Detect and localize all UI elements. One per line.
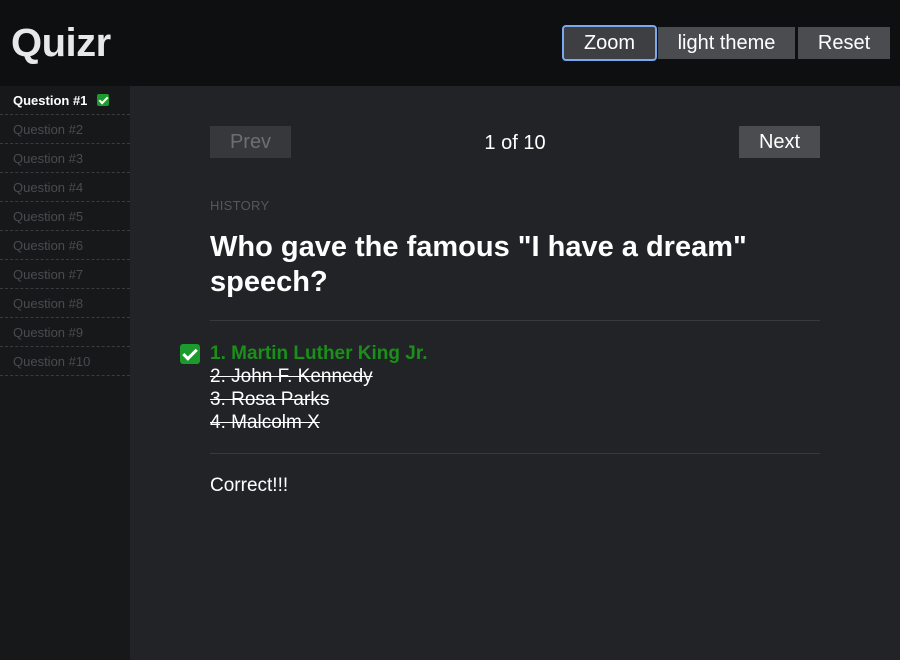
app-header: Quizr Zoom light theme Reset: [0, 0, 900, 86]
divider: [210, 320, 820, 321]
question-panel: Prev 1 of 10 Next HISTORY Who gave the f…: [130, 86, 900, 660]
question-text: Who gave the famous "I have a dream" spe…: [210, 231, 747, 298]
sidebar-item-label: Question #1: [13, 92, 88, 108]
prev-button[interactable]: Prev: [210, 126, 291, 158]
question-counter: 1 of 10: [484, 132, 546, 154]
divider: [210, 453, 820, 454]
answer-option[interactable]: 2. John F. Kennedy: [210, 365, 427, 388]
sidebar-item-label: Question #3: [13, 150, 84, 166]
sidebar-item-question-5[interactable]: Question #5: [0, 202, 130, 231]
sidebar-item-label: Question #6: [13, 237, 84, 253]
sidebar-item-label: Question #10: [13, 353, 91, 369]
sidebar-item-label: Question #8: [13, 295, 84, 311]
sidebar-item-question-10[interactable]: Question #10: [0, 347, 130, 376]
question-category: HISTORY: [210, 198, 270, 213]
next-button[interactable]: Next: [739, 126, 820, 158]
sidebar-item-question-9[interactable]: Question #9: [0, 318, 130, 347]
sidebar-item-question-8[interactable]: Question #8: [0, 289, 130, 318]
sidebar-item-question-7[interactable]: Question #7: [0, 260, 130, 289]
sidebar-item-question-3[interactable]: Question #3: [0, 144, 130, 173]
sidebar-item-label: Question #9: [13, 324, 84, 340]
app-logo: Quizr: [11, 21, 111, 65]
answer-option[interactable]: 1. Martin Luther King Jr.: [210, 342, 427, 365]
checkmark-icon: [97, 94, 110, 106]
answer-option[interactable]: 3. Rosa Parks: [210, 388, 427, 411]
sidebar-item-label: Question #2: [13, 121, 84, 137]
sidebar-item-question-2[interactable]: Question #2: [0, 115, 130, 144]
sidebar-item-label: Question #4: [13, 179, 84, 195]
sidebar-item-label: Question #5: [13, 208, 84, 224]
sidebar-item-label: Question #7: [13, 266, 84, 282]
answer-option[interactable]: 4. Malcolm X: [210, 411, 427, 434]
reset-button[interactable]: Reset: [798, 27, 890, 59]
light-theme-button[interactable]: light theme: [658, 27, 795, 59]
zoom-button[interactable]: Zoom: [562, 25, 657, 61]
question-sidebar: Question #1 Question #2 Question #3 Ques…: [0, 86, 130, 660]
checkmark-icon: [180, 344, 200, 364]
answer-feedback: Correct!!!: [210, 475, 289, 496]
sidebar-item-question-1[interactable]: Question #1: [0, 86, 130, 115]
sidebar-item-question-6[interactable]: Question #6: [0, 231, 130, 260]
answer-list: 1. Martin Luther King Jr. 2. John F. Ken…: [210, 342, 427, 434]
sidebar-item-question-4[interactable]: Question #4: [0, 173, 130, 202]
